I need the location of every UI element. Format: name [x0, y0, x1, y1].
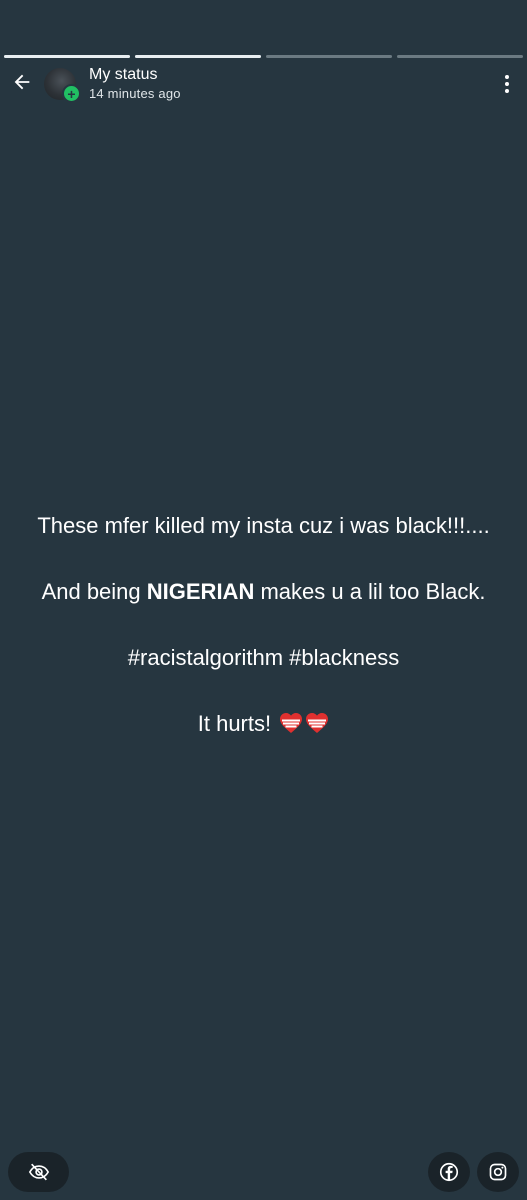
status-line-2-bold: NIGERIAN [146, 579, 255, 604]
back-button[interactable] [8, 68, 36, 96]
status-progress-bar [4, 55, 523, 58]
heart-icon [280, 713, 303, 733]
status-timestamp: 14 minutes ago [89, 86, 181, 101]
arrow-left-icon [14, 74, 30, 90]
progress-segment-1 [4, 55, 130, 58]
progress-segment-3 [266, 55, 392, 58]
eye-off-icon [28, 1163, 49, 1181]
plus-badge-icon[interactable]: + [62, 84, 81, 103]
share-instagram-button[interactable] [477, 1152, 519, 1192]
status-line-2: And being NIGERIAN makes u a lil too Bla… [0, 575, 527, 608]
share-facebook-button[interactable] [428, 1152, 470, 1192]
more-vert-icon [505, 75, 509, 79]
heart-icon [306, 713, 329, 733]
status-line-4: It hurts! [0, 707, 527, 740]
status-text-content: These mfer killed my insta cuz i was bla… [0, 509, 527, 740]
status-line-1: These mfer killed my insta cuz i was bla… [37, 513, 490, 538]
page-title: My status [89, 66, 158, 83]
status-line-2-pre: And being [41, 579, 147, 604]
status-line-4-text: It hurts! [197, 711, 278, 736]
facebook-icon [439, 1162, 459, 1182]
instagram-icon [489, 1163, 507, 1181]
progress-segment-4 [397, 55, 523, 58]
more-options-button[interactable] [495, 70, 519, 98]
status-title-block: My status 14 minutes ago [89, 65, 181, 103]
progress-segment-2 [135, 55, 261, 58]
hide-viewers-button[interactable] [8, 1152, 69, 1192]
status-hashtags: #racistalgorithm #blackness [127, 645, 400, 670]
status-line-2-post: makes u a lil too Black. [254, 579, 486, 604]
